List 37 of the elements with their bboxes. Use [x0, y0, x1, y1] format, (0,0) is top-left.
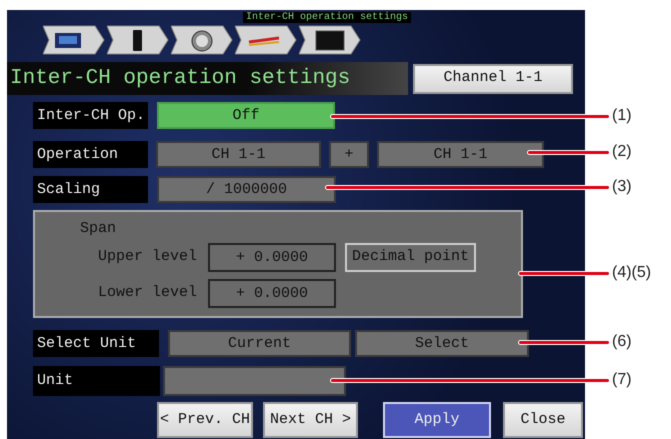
field-label: Select Unit: [33, 330, 159, 357]
field-label: Upper level: [98, 247, 198, 268]
nav-button[interactable]: Next CH >: [263, 402, 358, 438]
cable-icon[interactable]: [235, 25, 297, 55]
callout-label: (2): [612, 142, 632, 162]
unit-option[interactable]: Select: [355, 330, 529, 357]
operand-field[interactable]: CH 1-1: [156, 141, 321, 168]
callout-label: (3): [612, 177, 632, 197]
module-icon[interactable]: [107, 25, 169, 55]
section-title: Span: [80, 219, 116, 239]
value-field[interactable]: + 0.0000: [208, 243, 336, 272]
unit-option[interactable]: Current: [168, 330, 351, 357]
dial-icon[interactable]: [171, 25, 233, 55]
callout-label: (6): [612, 332, 632, 352]
callout-label: (4)(5): [612, 263, 652, 283]
screen-caption: Inter-CH operation settings: [243, 12, 412, 23]
toggle-field[interactable]: Off: [157, 102, 335, 129]
recorder-icon[interactable]: [43, 25, 105, 55]
screen-title: Inter-CH operation settings: [7, 62, 408, 95]
operand-field[interactable]: CH 1-1: [377, 141, 544, 168]
decimal-point-button[interactable]: Decimal point: [345, 243, 476, 272]
field-label: Scaling: [33, 176, 148, 203]
value-field[interactable]: + 0.0000: [208, 279, 336, 308]
callout-label: (7): [612, 370, 632, 390]
nav-button[interactable]: < Prev. CH: [157, 402, 253, 438]
monitor-icon[interactable]: [299, 25, 361, 55]
callout-label: (1): [612, 106, 632, 126]
field-label: Inter-CH Op.: [33, 102, 148, 129]
field-label: Unit: [33, 366, 160, 396]
operator-field[interactable]: +: [329, 141, 369, 168]
scaling-field[interactable]: / 1000000: [157, 176, 336, 203]
unit-field[interactable]: [163, 366, 346, 396]
apply-button[interactable]: Apply: [383, 402, 491, 438]
field-label: Operation: [33, 141, 148, 168]
field-label: Lower level: [98, 283, 198, 304]
nav-button[interactable]: Close: [503, 402, 583, 438]
channel-button[interactable]: Channel 1-1: [413, 64, 573, 94]
